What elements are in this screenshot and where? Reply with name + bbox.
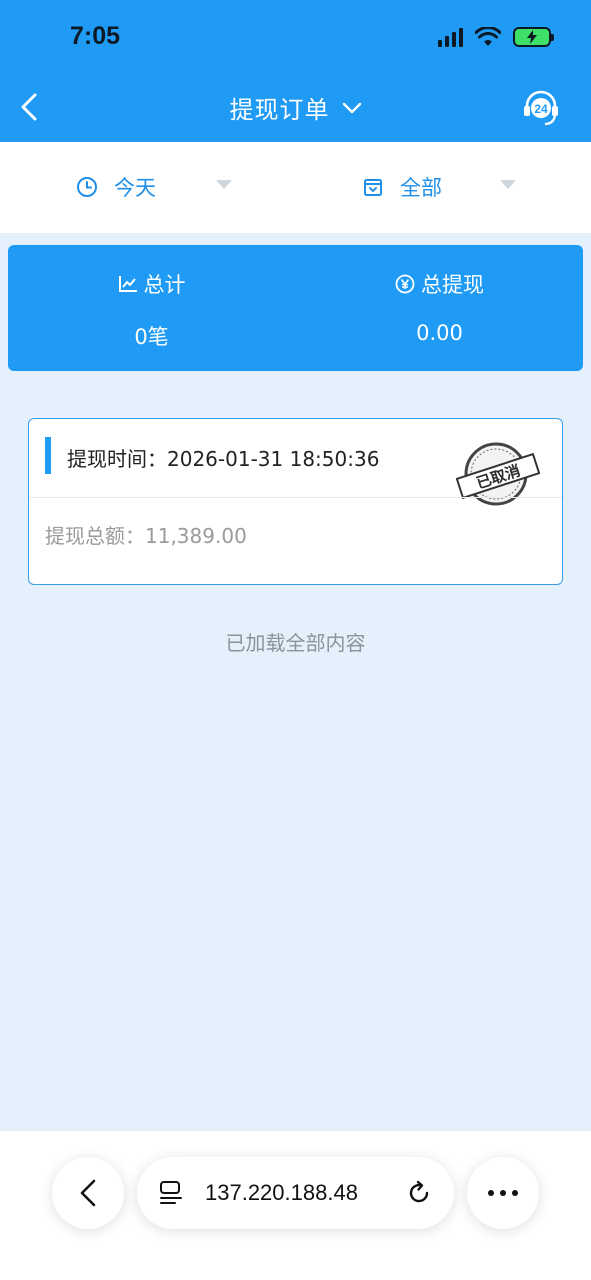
caret-down-icon — [216, 180, 232, 189]
more-options-button[interactable] — [467, 1157, 539, 1229]
reload-icon[interactable] — [406, 1180, 432, 1206]
order-amount-value: 11,389.00 — [145, 524, 247, 548]
date-filter[interactable]: 今天 — [76, 172, 232, 202]
type-filter-label: 全部 — [400, 176, 442, 200]
address-bar[interactable]: 137.220.188.48 — [137, 1157, 454, 1229]
clock-icon — [77, 177, 97, 197]
order-divider — [29, 497, 562, 498]
svg-text:24: 24 — [534, 102, 548, 116]
ellipsis-icon — [488, 1190, 518, 1196]
summary-card: 总计 0笔 总提现 0.00 — [8, 245, 583, 371]
list-end-message: 已加载全部内容 — [225, 631, 366, 655]
page-menu-icon — [160, 1181, 182, 1204]
summary-total: 总计 0笔 — [8, 245, 295, 371]
battery-charging-icon — [513, 27, 554, 47]
order-amount-label: 提现总额： — [45, 524, 145, 548]
headset-24h-icon: 24 — [524, 90, 558, 126]
order-card[interactable]: 提现时间：2026-01-31 18:50:36 已取消 提现总额：11,389… — [28, 418, 563, 585]
browser-toolbar: 137.220.188.48 — [0, 1131, 591, 1280]
summary-total-label: 总计 — [143, 273, 186, 297]
status-icons — [438, 27, 554, 47]
order-accent-bar — [45, 437, 51, 474]
page-title: 提现订单 — [229, 96, 330, 124]
order-amount: 提现总额：11,389.00 — [45, 520, 247, 549]
top-app-bar: 7:05 提现订单 24 — [0, 0, 591, 142]
filter-bar: 今天 全部 — [0, 142, 591, 233]
order-time-value: 2026-01-31 18:50:36 — [167, 447, 380, 471]
page-title-dropdown[interactable]: 提现订单 — [0, 90, 591, 125]
browser-back-button[interactable] — [52, 1157, 124, 1229]
date-filter-label: 今天 — [114, 176, 156, 200]
summary-total-value: 0笔 — [134, 325, 169, 349]
summary-withdraw-value: 0.00 — [416, 321, 463, 345]
line-chart-icon — [118, 276, 137, 292]
cellular-signal-icon — [438, 27, 463, 47]
summary-withdraw: 总提现 0.00 — [296, 245, 583, 371]
yuan-coin-icon — [395, 274, 415, 294]
order-time-label: 提现时间： — [67, 447, 167, 471]
type-filter[interactable]: 全部 — [362, 172, 516, 202]
caret-down-icon — [500, 180, 516, 189]
order-time: 提现时间：2026-01-31 18:50:36 — [67, 443, 379, 472]
wifi-icon — [475, 27, 501, 46]
customer-service-button[interactable]: 24 — [521, 88, 561, 128]
chevron-left-icon — [80, 1179, 96, 1207]
status-time: 7:05 — [70, 22, 121, 50]
summary-withdraw-label: 总提现 — [421, 273, 484, 297]
url-text: 137.220.188.48 — [205, 1180, 358, 1205]
chevron-down-icon — [342, 102, 361, 113]
calendar-box-icon — [364, 179, 382, 196]
